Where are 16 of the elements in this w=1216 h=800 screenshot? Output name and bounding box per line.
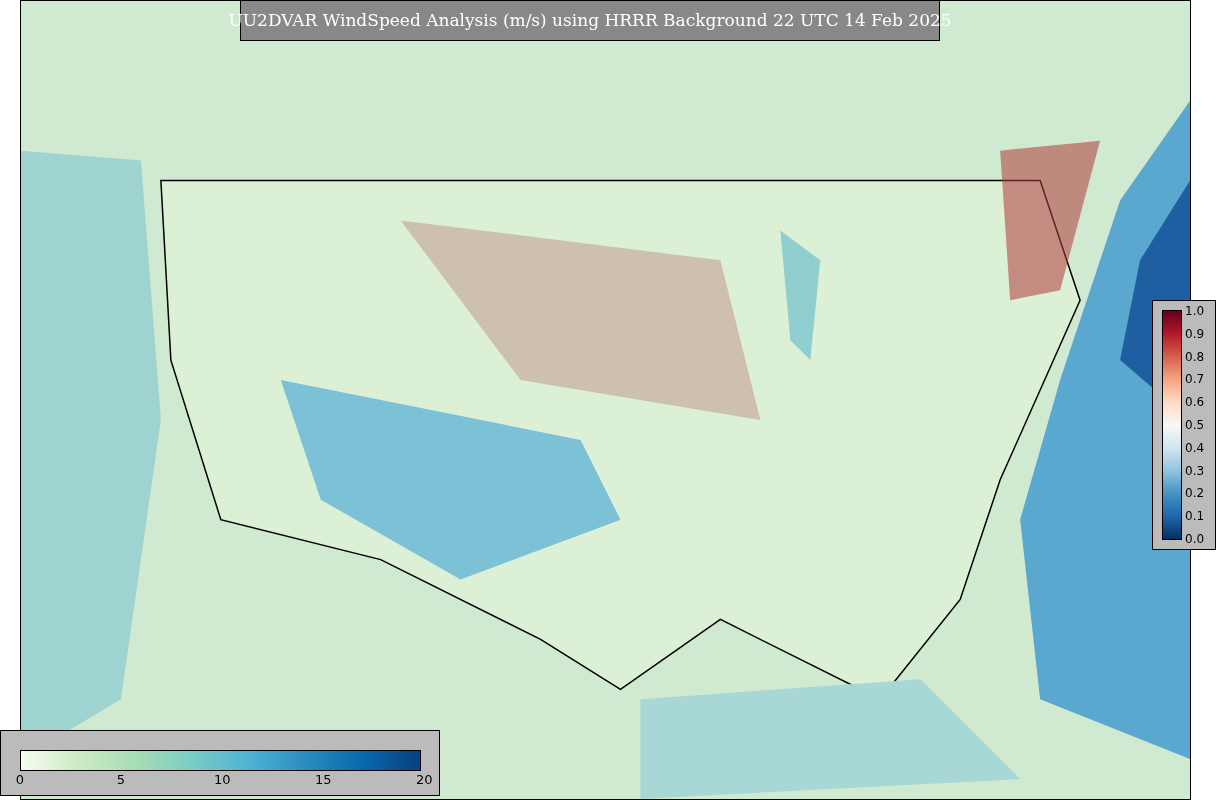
tick-label: 0.2 (1185, 487, 1205, 500)
tick-label: 0.1 (1185, 510, 1205, 523)
tick-label: 0.6 (1185, 396, 1205, 409)
tick-label: 0.8 (1185, 350, 1205, 363)
tick-label: 15 (315, 772, 331, 788)
tick-label: 0.7 (1185, 373, 1205, 386)
tick-label: 0.0 (1185, 532, 1205, 545)
tick-label: 10 (214, 772, 230, 788)
tick-label: 0.5 (1185, 419, 1205, 431)
tick-label: 20 (416, 772, 432, 788)
tick-label: 0.4 (1185, 441, 1205, 454)
tick-label: 0.3 (1185, 464, 1205, 477)
tick-label: 1.0 (1185, 305, 1205, 317)
tick-label: 0 (14, 772, 26, 788)
tick-label: 0.9 (1185, 327, 1205, 340)
tick-label: 5 (115, 772, 127, 788)
